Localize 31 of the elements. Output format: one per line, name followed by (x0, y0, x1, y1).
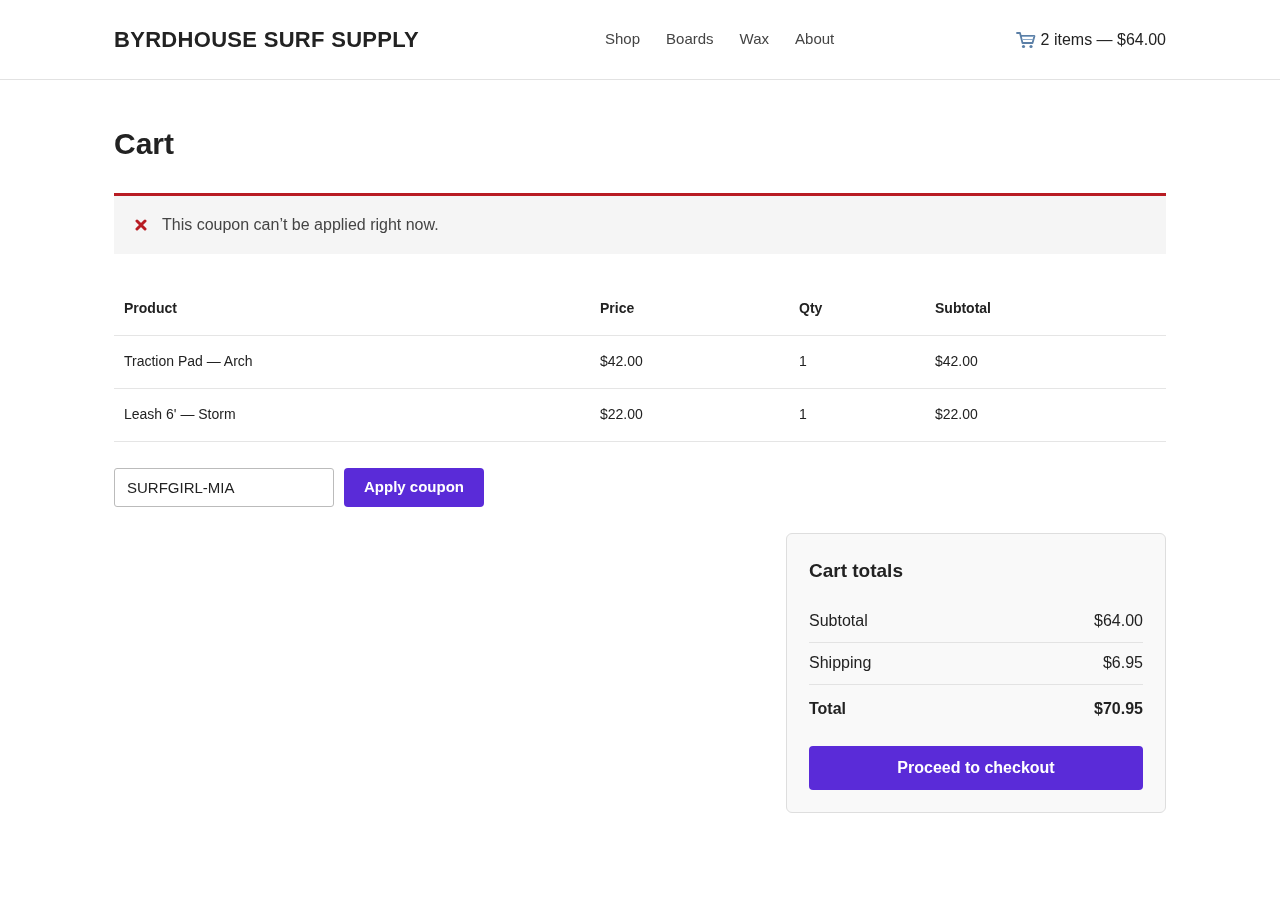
page-title: Cart (114, 126, 175, 162)
totals-label: Subtotal (809, 611, 868, 631)
table-cell: 1 (799, 406, 807, 422)
totals-label: Total (809, 698, 847, 719)
table-cell: $22.00 (600, 406, 643, 422)
notice-message: This coupon can’t be applied right now. (162, 215, 439, 235)
cart-totals-title: Cart totals (809, 558, 904, 583)
totals-value: $70.95 (1094, 698, 1143, 719)
column-header: Price (600, 300, 635, 317)
column-header: Qty (799, 300, 823, 317)
nav-link[interactable]: Shop (605, 28, 641, 51)
column-header: Subtotal (935, 300, 991, 317)
table-cell: Traction Pad — Arch (124, 353, 253, 369)
checkout-button[interactable]: Proceed to checkout (809, 745, 1143, 790)
site-title[interactable]: BYRDHOUSE SURF SUPPLY (114, 27, 419, 52)
coupon-field[interactable]: SURFGIRL-MIA (114, 467, 334, 507)
table-cell: $42.00 (935, 353, 978, 369)
table-cell: 1 (799, 353, 807, 369)
nav-link[interactable]: Boards (666, 28, 714, 51)
cart-icon (1015, 30, 1036, 49)
apply-coupon-button[interactable]: Apply coupon (344, 467, 484, 507)
totals-label: Shipping (809, 653, 872, 673)
cart-link[interactable]: 2 items — $64.00 (1015, 27, 1166, 52)
totals-value: $6.95 (1102, 653, 1143, 673)
nav-link[interactable]: Wax (739, 28, 770, 51)
table-cell: $22.00 (935, 406, 978, 422)
table-cell: $42.00 (600, 353, 643, 369)
column-header: Product (124, 300, 177, 317)
table-cell: Leash 6' — Storm (124, 406, 236, 422)
nav-link[interactable]: About (795, 28, 835, 51)
totals-value: $64.00 (1094, 611, 1143, 631)
